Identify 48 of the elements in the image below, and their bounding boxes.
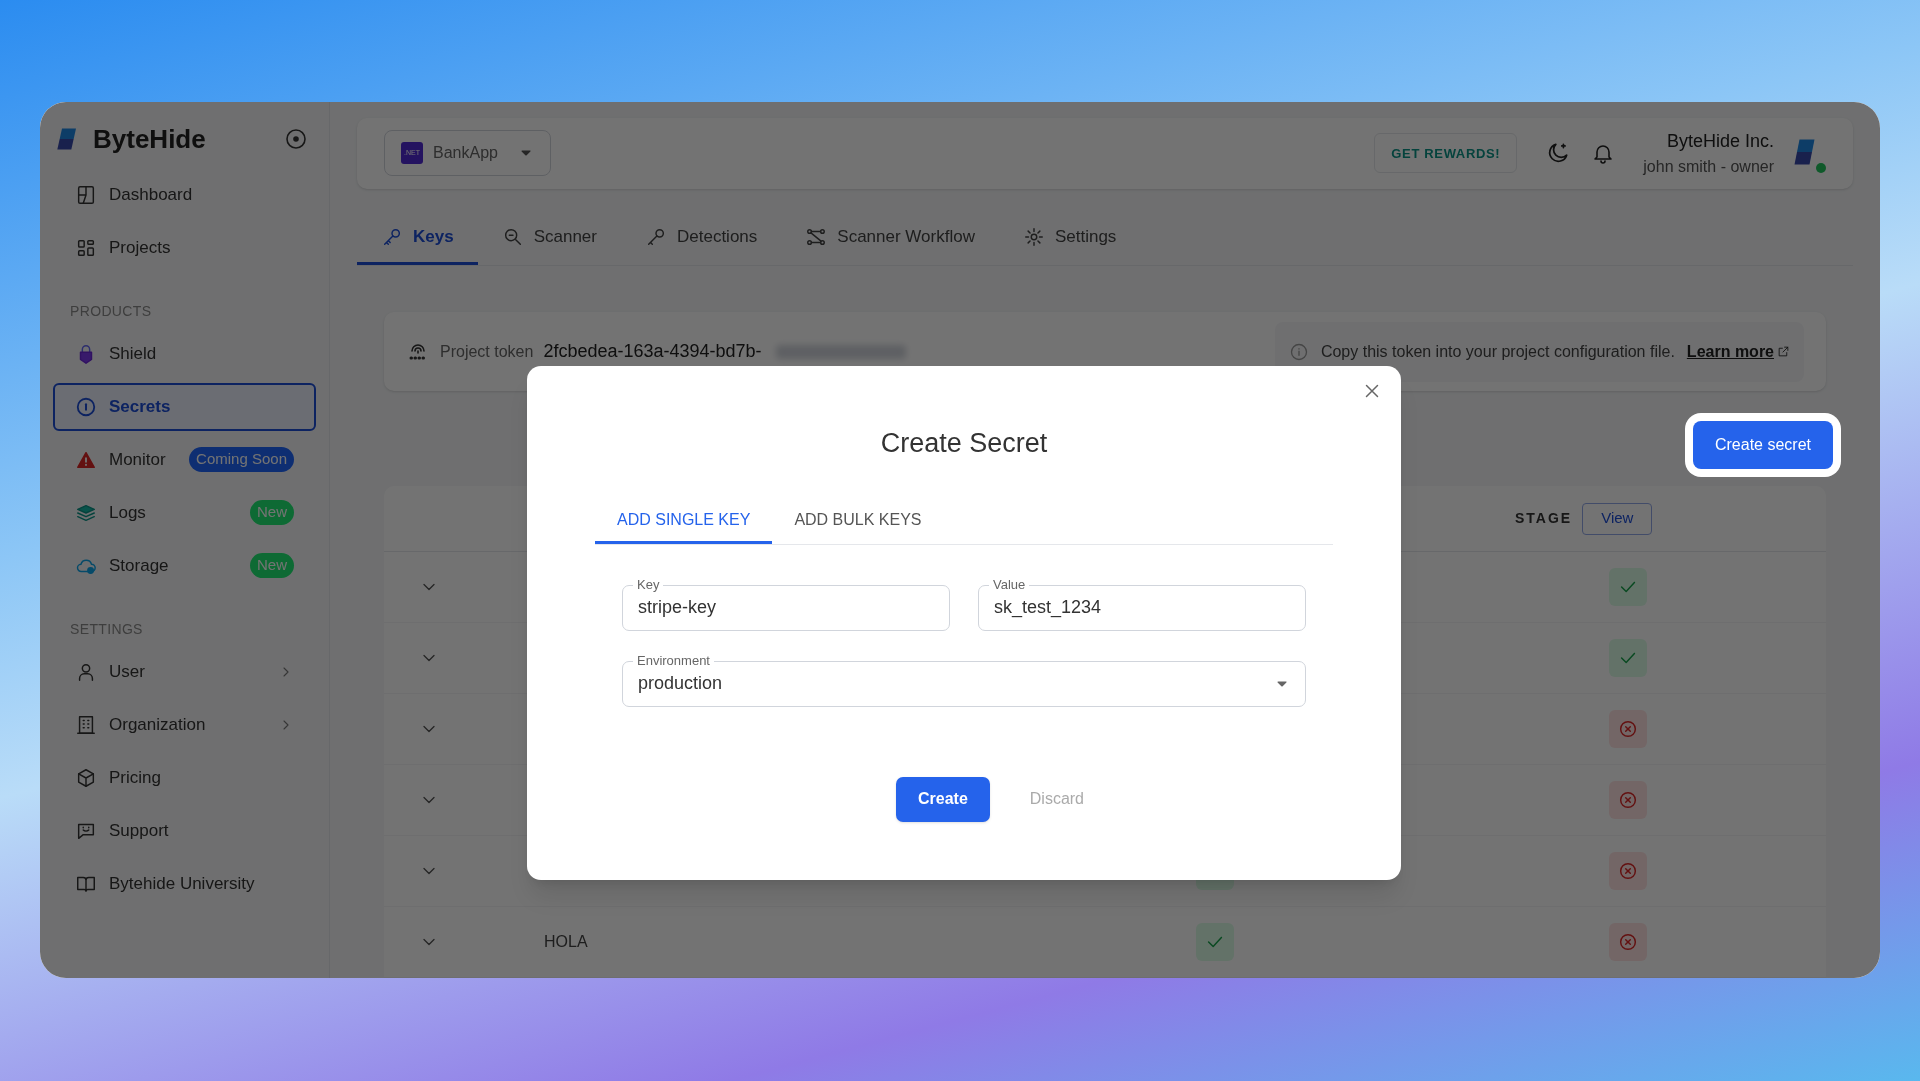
tab[interactable]: Detections	[620, 210, 782, 266]
settings-icon	[1022, 225, 1045, 248]
rewards-button[interactable]: GET REWARDS!	[1374, 133, 1518, 174]
tab[interactable]: ADD SINGLE KEY	[595, 499, 773, 544]
close-circle-icon	[1617, 931, 1639, 953]
dialog-title: Create Secret	[879, 427, 1049, 460]
user-role: john smith - owner	[1643, 156, 1774, 177]
sidebar-item[interactable]: Secrets	[53, 382, 316, 431]
tab[interactable]: Scanner	[477, 210, 621, 266]
sidebar-item[interactable]: Pricing	[53, 753, 316, 802]
info-circle-icon	[75, 395, 97, 418]
target-icon	[284, 127, 308, 151]
brand-name: ByteHide	[93, 122, 206, 156]
discard-button[interactable]: Discard	[1021, 776, 1092, 822]
view-button[interactable]: View	[1582, 502, 1653, 535]
sidebar-item[interactable]: Dashboard	[53, 170, 316, 219]
close-circle-icon	[1617, 860, 1639, 882]
token-label: Project token	[440, 341, 534, 362]
tab[interactable]: Keys	[357, 210, 478, 266]
close-circle-icon	[1617, 789, 1639, 811]
sidebar-item[interactable]: Shield	[53, 329, 316, 378]
status-badge: New	[250, 553, 294, 578]
info-text: Copy this token into your project configuration file.	[1320, 341, 1675, 362]
learn-more-link[interactable]: Learn more	[1686, 339, 1790, 364]
tab[interactable]: ADD BULK KEYS	[772, 499, 944, 544]
status-badge: Coming Soon	[189, 447, 294, 472]
organization-name: ByteHide Inc.	[1666, 129, 1774, 153]
sidebar-item[interactable]: Support	[53, 806, 316, 855]
building-icon	[75, 713, 97, 736]
sidebar-item[interactable]: Organization	[53, 700, 316, 749]
close-circle-icon	[1617, 718, 1639, 740]
cube-icon	[75, 766, 97, 789]
sidebar-item[interactable]: Monitor Coming Soon	[53, 435, 316, 484]
external-link-icon	[1777, 345, 1790, 359]
info-icon	[1288, 341, 1309, 362]
sidebar-item[interactable]: Logs New	[53, 488, 316, 537]
tab[interactable]: Settings	[998, 210, 1141, 266]
layout-icon	[75, 183, 97, 206]
token-value: 2fcbedea-163a-4394-bd7b-	[543, 340, 762, 364]
column-header: STAGE	[1515, 509, 1573, 528]
create-button[interactable]: Create	[895, 776, 990, 822]
sidebar-item[interactable]: User	[53, 647, 316, 696]
sidebar-item[interactable]: Storage New	[53, 541, 316, 590]
table-cell: HOLA	[544, 933, 588, 950]
status-badge: New	[250, 500, 294, 525]
sidebar-item[interactable]: Projects	[53, 223, 316, 272]
sidebar-item[interactable]: Bytehide University	[53, 859, 316, 908]
tab[interactable]: Scanner Workflow	[781, 210, 999, 266]
